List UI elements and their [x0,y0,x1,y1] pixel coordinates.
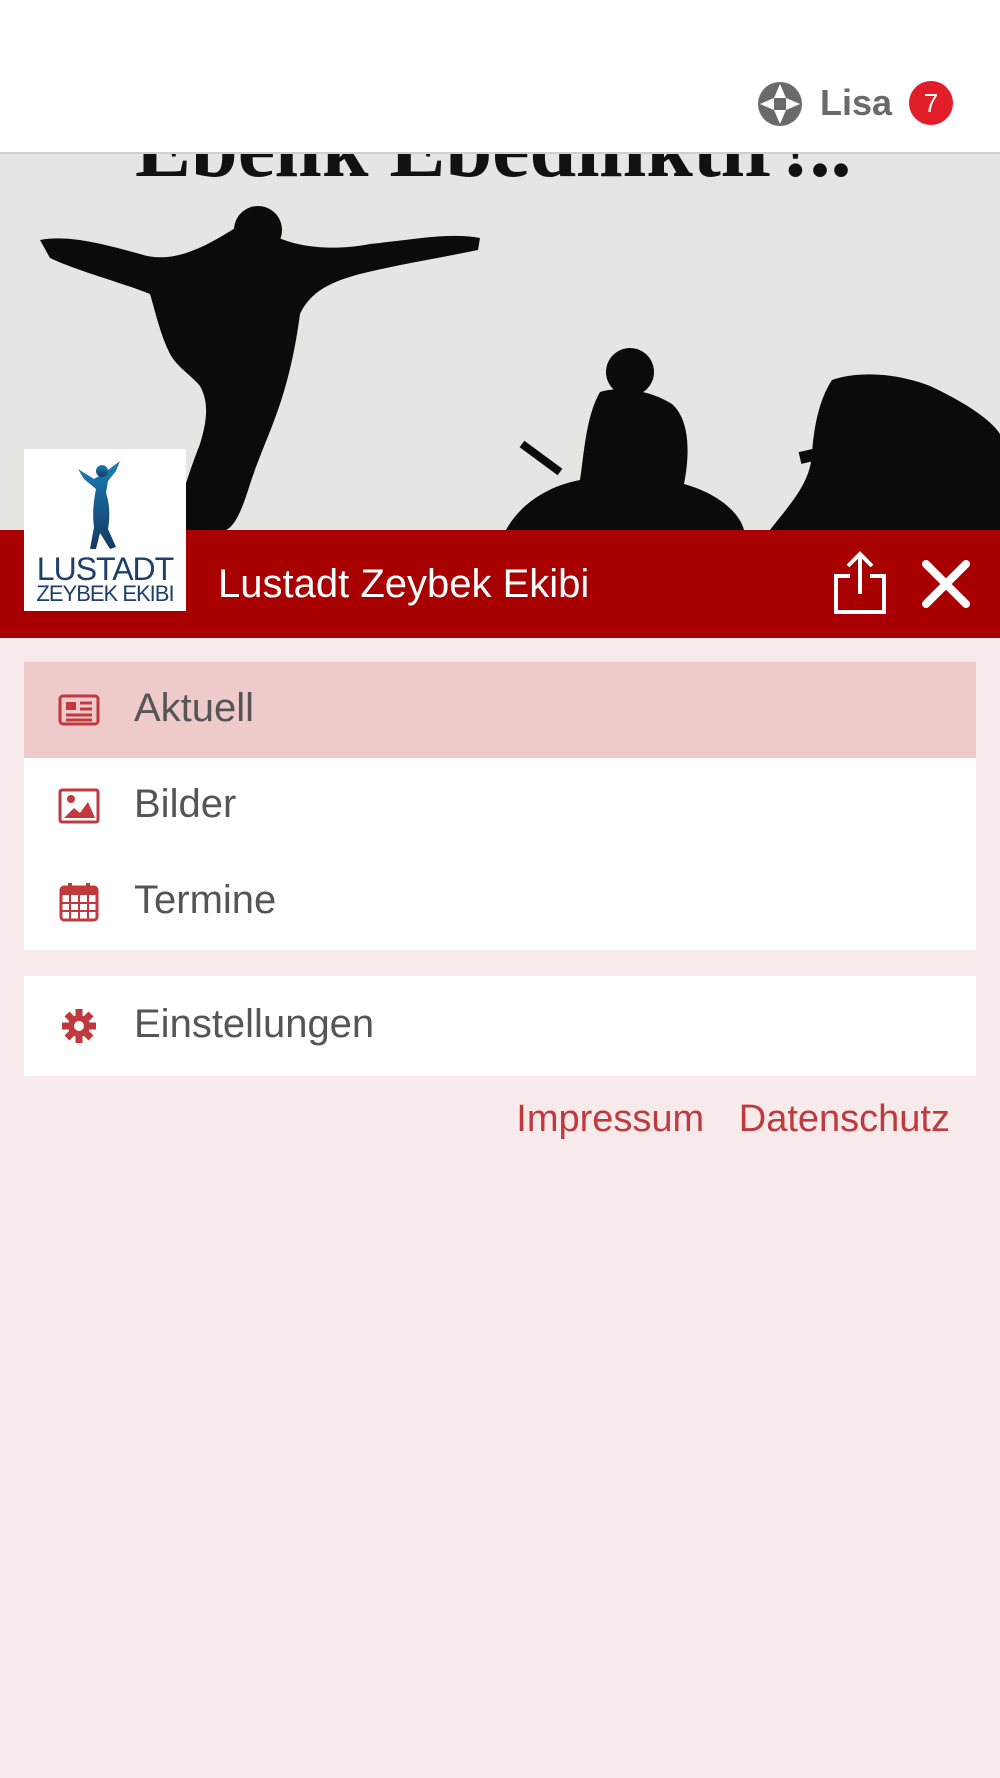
notification-badge[interactable]: 7 [909,81,953,125]
logo-text-line2: ZEYBEK EKIBI [36,581,174,606]
share-icon[interactable] [830,550,890,616]
menu-item-aktuell[interactable]: Aktuell [24,662,976,758]
menu-item-einstellungen[interactable]: Einstellungen [24,978,976,1074]
calendar-icon [59,883,99,922]
settings-menu: Einstellungen [24,976,976,1076]
club-title: Lustadt Zeybek Ekibi [218,562,590,606]
menu-item-label: Termine [134,878,277,922]
main-menu: Aktuell Bilder Termine [24,662,976,950]
image-icon [58,788,100,824]
newspaper-icon [58,694,100,726]
club-logo: LUSTADT ZEYBEK EKIBI [24,449,186,611]
footer-links: Impressum Datenschutz [492,1098,950,1141]
user-name[interactable]: Lisa [820,82,892,124]
impressum-link[interactable]: Impressum [516,1098,704,1140]
svg-text:Ebelik Ebediliktir!..: Ebelik Ebediliktir!.. [135,154,851,195]
menu-item-label: Aktuell [134,686,255,730]
gear-icon [62,1009,96,1043]
close-icon[interactable] [918,556,974,612]
menu-item-label: Einstellungen [134,1002,375,1046]
menu-item-bilder[interactable]: Bilder [24,758,976,854]
menu-item-termine[interactable]: Termine [24,854,976,950]
app-logo-icon[interactable] [756,80,804,128]
menu-item-label: Bilder [134,782,237,826]
datenschutz-link[interactable]: Datenschutz [739,1098,950,1140]
top-bar: Lisa 7 [0,0,1000,154]
